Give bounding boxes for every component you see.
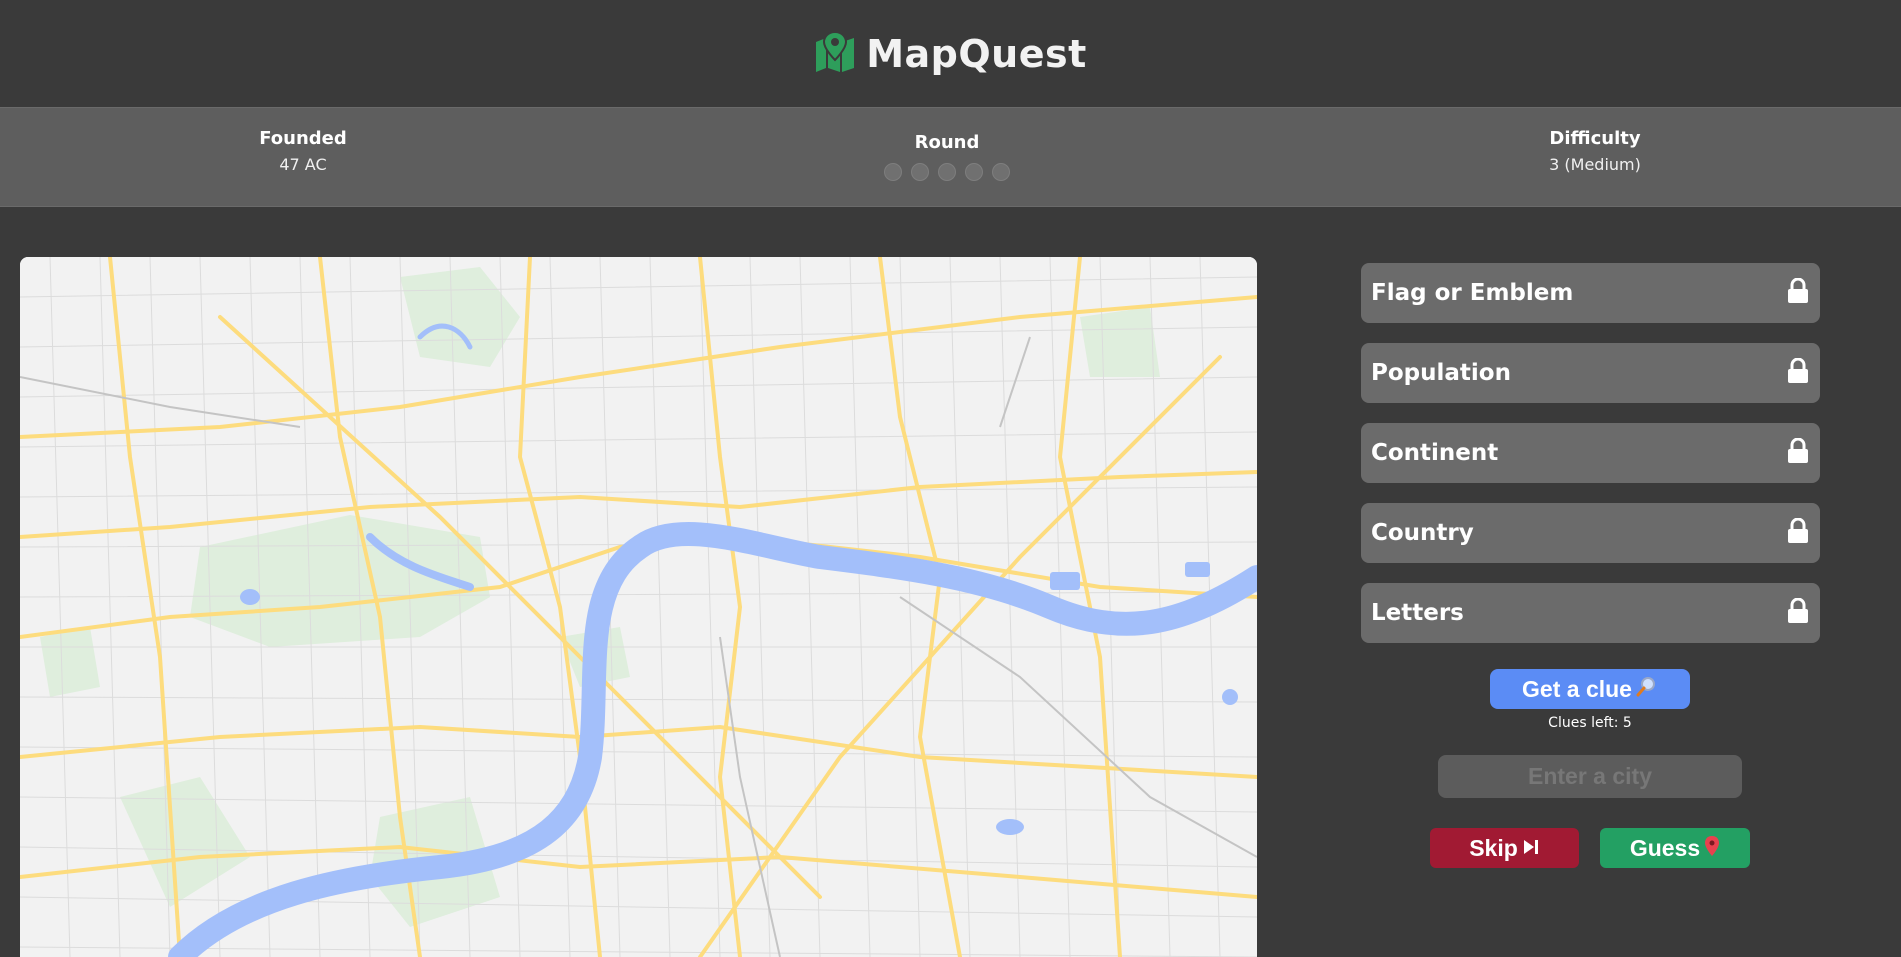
- clue-label: Continent: [1371, 440, 1499, 466]
- difficulty-value: 3 (Medium): [1549, 155, 1641, 174]
- guess-label: Guess: [1629, 834, 1701, 861]
- app-title: MapQuest: [866, 31, 1087, 76]
- clue-card-flag-or-emblem[interactable]: Flag or Emblem: [1361, 263, 1820, 323]
- skip-button[interactable]: Skip: [1430, 828, 1579, 868]
- round-label: Round: [914, 132, 980, 153]
- skip-label: Skip: [1469, 834, 1518, 861]
- clues-left-counter: Clues left: 5: [1548, 715, 1632, 731]
- lock-icon: [1786, 517, 1810, 548]
- city-map[interactable]: [20, 257, 1257, 957]
- round-dot: [992, 163, 1010, 181]
- magnifier-icon: [1636, 675, 1658, 703]
- map-canvas[interactable]: [20, 257, 1257, 957]
- round-dot: [911, 163, 929, 181]
- founded-label: Founded: [259, 128, 347, 149]
- stats-bar: Founded 47 AC Round Difficulty 3 (Medium…: [0, 107, 1901, 207]
- founded-value: 47 AC: [279, 155, 327, 174]
- clue-label: Country: [1371, 520, 1474, 546]
- stat-round: Round: [797, 132, 1097, 181]
- clue-card-country[interactable]: Country: [1361, 503, 1820, 563]
- clue-label: Letters: [1371, 600, 1464, 626]
- brand: MapQuest: [814, 30, 1087, 76]
- stat-founded: Founded 47 AC: [153, 128, 453, 174]
- clue-card-continent[interactable]: Continent: [1361, 423, 1820, 483]
- clue-label: Population: [1371, 360, 1511, 386]
- guess-button[interactable]: Guess: [1600, 828, 1750, 868]
- clue-label: Flag or Emblem: [1371, 280, 1574, 306]
- stat-difficulty: Difficulty 3 (Medium): [1445, 128, 1745, 174]
- get-clue-label: Get a clue: [1522, 675, 1632, 702]
- app-header: MapQuest: [0, 0, 1901, 107]
- city-input[interactable]: [1438, 755, 1742, 798]
- lock-icon: [1786, 277, 1810, 308]
- round-dot: [938, 163, 956, 181]
- round-dot: [884, 163, 902, 181]
- clue-controls: Get a clue Clues left: 5: [1490, 669, 1690, 731]
- clue-card-population[interactable]: Population: [1361, 343, 1820, 403]
- skip-forward-icon: [1522, 835, 1540, 862]
- lock-icon: [1786, 597, 1810, 628]
- lock-icon: [1786, 437, 1810, 468]
- clue-card-letters[interactable]: Letters: [1361, 583, 1820, 643]
- difficulty-label: Difficulty: [1549, 128, 1641, 149]
- round-dot: [965, 163, 983, 181]
- map-pin-icon: [1704, 835, 1720, 862]
- get-clue-button[interactable]: Get a clue: [1490, 669, 1690, 709]
- clue-list: Flag or Emblem Population Continent Country…: [1361, 263, 1820, 663]
- map-marker-icon: [814, 30, 858, 76]
- lock-icon: [1786, 357, 1810, 388]
- round-progress: [797, 163, 1097, 181]
